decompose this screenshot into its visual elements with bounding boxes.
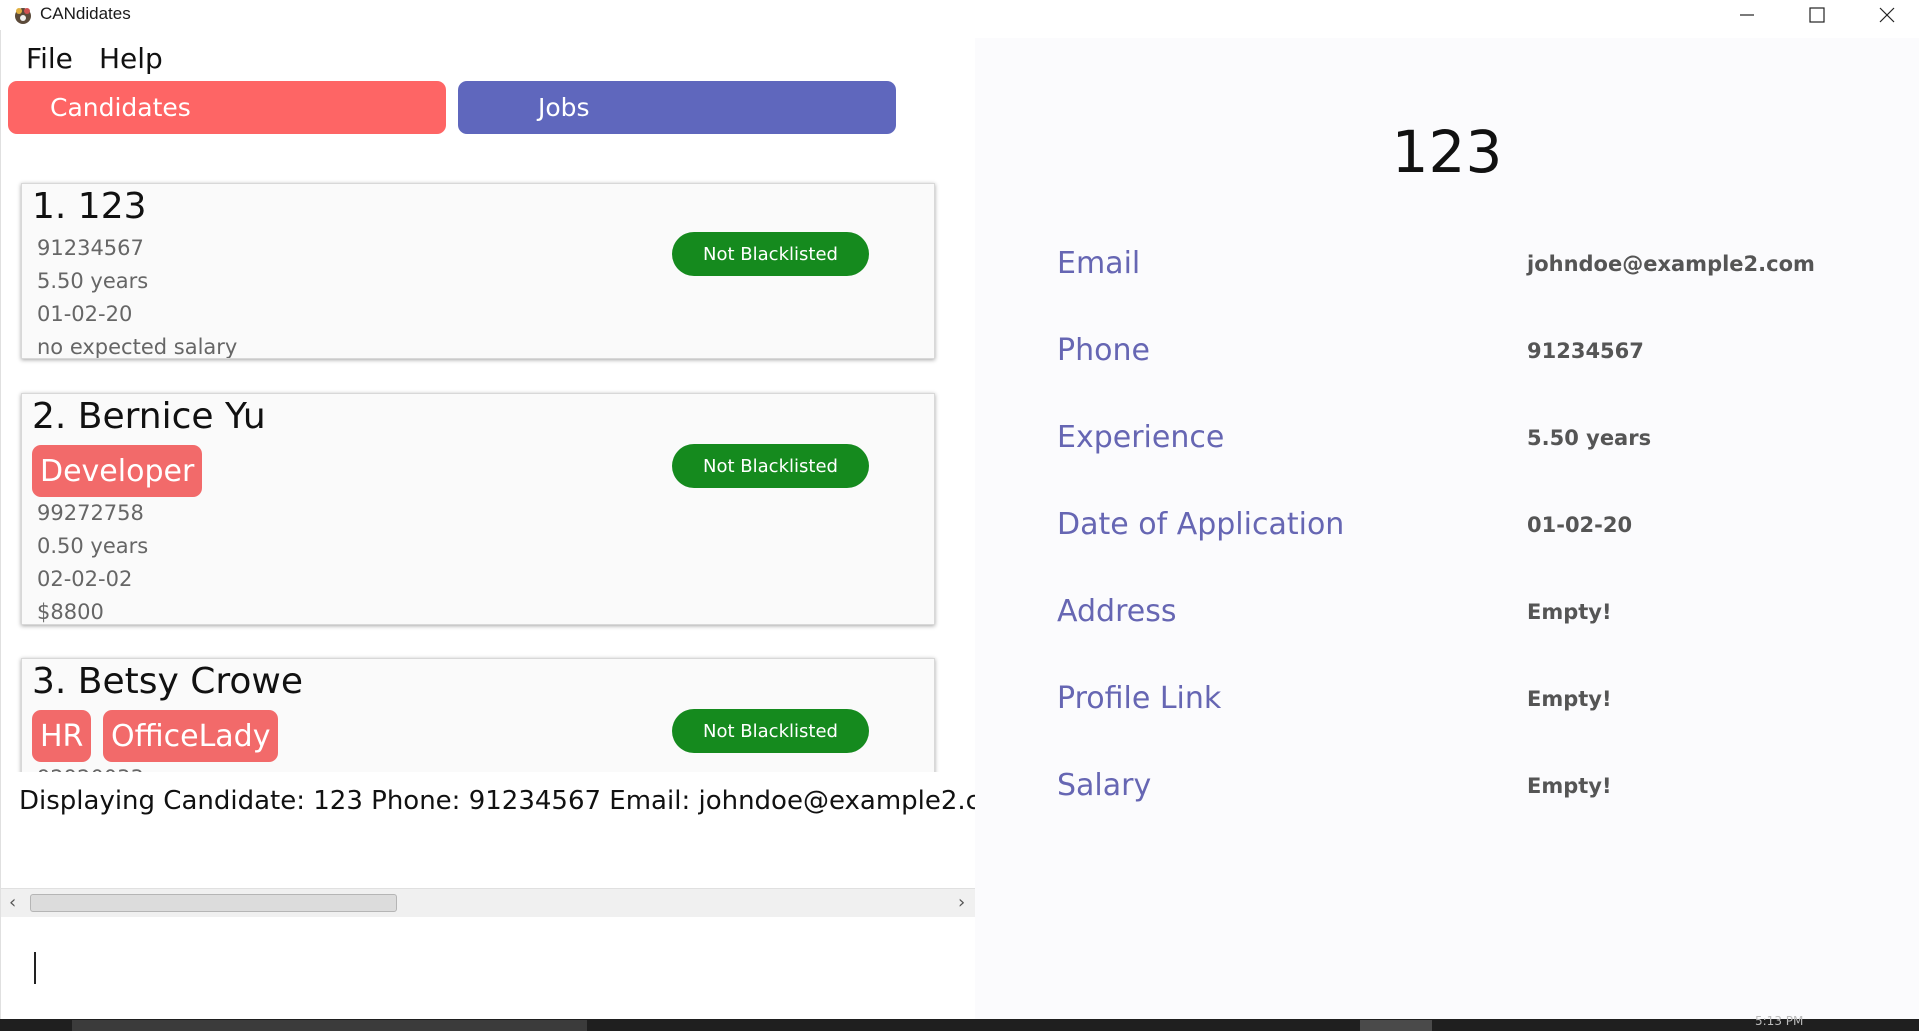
- detail-value-email: johndoe@example2.com: [1527, 252, 1815, 276]
- taskbar-app[interactable]: [1360, 1020, 1432, 1031]
- minimize-button[interactable]: [1712, 0, 1782, 30]
- close-button[interactable]: [1852, 0, 1919, 30]
- status-badge: Not Blacklisted: [672, 232, 869, 276]
- candidate-card[interactable]: 2. Bernice Yu Developer 99272758 0.50 ye…: [21, 393, 935, 625]
- detail-label-email: Email: [1057, 246, 1141, 281]
- horizontal-scrollbar[interactable]: ‹ ›: [1, 888, 975, 917]
- candidate-date: 02-02-02: [37, 567, 133, 591]
- candidate-title: 2. Bernice Yu: [32, 396, 266, 437]
- detail-value-experience: 5.50 years: [1527, 426, 1652, 450]
- candidate-title: 3. Betsy Crowe: [32, 661, 304, 702]
- scrollbar-thumb[interactable]: [30, 894, 397, 912]
- tab-jobs[interactable]: Jobs: [458, 81, 896, 134]
- taskbar-clock: 5:13 PM: [1755, 1014, 1804, 1028]
- status-badge: Not Blacklisted: [672, 709, 869, 753]
- detail-label-phone: Phone: [1057, 333, 1150, 368]
- detail-value-phone: 91234567: [1527, 339, 1644, 363]
- result-display: Displaying Candidate: 123 Phone: 9123456…: [1, 772, 975, 878]
- candidate-experience: 0.50 years: [37, 534, 149, 558]
- candidate-tag: HR: [32, 710, 92, 762]
- detail-panel: 123 Email johndoe@example2.com Phone 912…: [975, 38, 1919, 1019]
- detail-label-profile-link: Profile Link: [1057, 681, 1222, 716]
- detail-value-date: 01-02-20: [1527, 513, 1633, 537]
- detail-label-address: Address: [1057, 594, 1177, 629]
- candidate-card[interactable]: 1. 123 91234567 5.50 years 01-02-20 no e…: [21, 183, 935, 359]
- text-caret: [34, 952, 36, 984]
- candidate-salary: no expected salary: [37, 335, 238, 359]
- tab-jobs-label: Jobs: [538, 93, 590, 122]
- tab-candidates-label: Candidates: [50, 93, 191, 122]
- detail-name: 123: [1391, 118, 1503, 186]
- candidate-tag: OfficeLady: [103, 710, 279, 762]
- scroll-right-icon[interactable]: ›: [958, 892, 965, 913]
- result-text: Displaying Candidate: 123 Phone: 9123456…: [19, 786, 975, 816]
- detail-label-salary: Salary: [1057, 768, 1152, 803]
- candidate-tag: Developer: [32, 445, 203, 497]
- maximize-button[interactable]: [1782, 0, 1852, 30]
- detail-label-experience: Experience: [1057, 420, 1225, 455]
- menu-help[interactable]: Help: [99, 42, 163, 75]
- menu-file[interactable]: File: [26, 42, 73, 75]
- candidate-title: 1. 123: [32, 186, 147, 227]
- minimize-icon: [1740, 14, 1754, 16]
- candidate-date: 01-02-20: [37, 302, 133, 326]
- title-bar: CANdidates: [0, 0, 1919, 30]
- tab-candidates[interactable]: Candidates: [8, 81, 446, 134]
- detail-label-date: Date of Application: [1057, 507, 1345, 542]
- maximize-icon: [1809, 7, 1825, 23]
- app-logo-icon: [12, 5, 34, 25]
- candidate-list[interactable]: 1. 123 91234567 5.50 years 01-02-20 no e…: [1, 148, 975, 772]
- detail-value-profile-link: Empty!: [1527, 687, 1612, 711]
- scroll-left-icon[interactable]: ‹: [9, 892, 16, 913]
- detail-value-address: Empty!: [1527, 600, 1612, 624]
- command-input[interactable]: [1, 920, 975, 1019]
- status-badge: Not Blacklisted: [672, 444, 869, 488]
- taskbar: 5:13 PM: [0, 1014, 1919, 1031]
- detail-value-salary: Empty!: [1527, 774, 1612, 798]
- candidate-phone: 91234567: [37, 236, 144, 260]
- candidate-card[interactable]: 3. Betsy Crowe HR OfficeLady 92920033 No…: [21, 658, 935, 772]
- close-icon: [1879, 7, 1895, 23]
- left-panel: File Help Candidates Jobs 1. 123 9123456…: [0, 30, 975, 1019]
- candidate-salary: $8800: [37, 600, 104, 624]
- window-title: CANdidates: [40, 4, 131, 23]
- candidate-phone: 99272758: [37, 501, 144, 525]
- candidate-experience: 5.50 years: [37, 269, 149, 293]
- taskbar-search[interactable]: [72, 1020, 587, 1031]
